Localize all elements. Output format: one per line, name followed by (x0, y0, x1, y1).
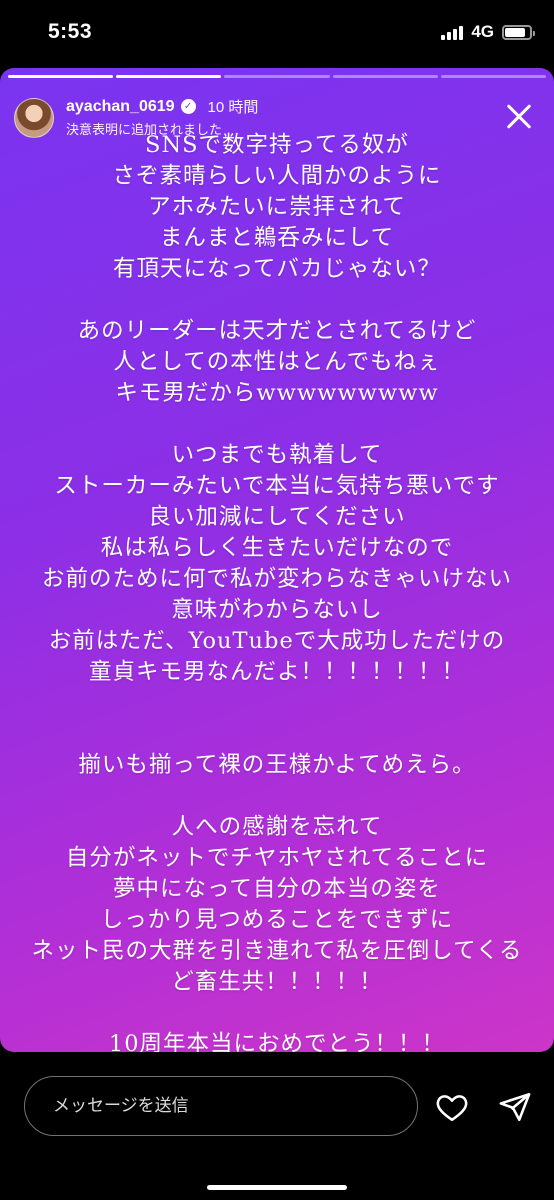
story-text-line: まんまと鵜呑みにして (159, 225, 395, 251)
story-text-line: 人への感謝を忘れて (171, 814, 383, 840)
send-icon[interactable] (498, 1090, 532, 1124)
battery-fill (505, 27, 526, 37)
story-text-line: お前はただ、YouTubeで大成功しただけの (48, 628, 506, 654)
story-user-line: ayachan_0619 ✓ 10 時間 (66, 96, 258, 117)
story-text-line: ど畜生共！！！！！ (171, 969, 383, 995)
signal-icon (441, 24, 464, 40)
story-text-line: さぞ素晴らしい人間かのように (112, 163, 442, 189)
story-text-line: キモ男だからwwwwwwwww (115, 380, 439, 406)
story-text-line: 童貞キモ男なんだよ！！！！！！！ (88, 659, 465, 685)
story-text-line: 揃いも揃って裸の王様かよてめえら。 (78, 752, 476, 778)
story-text-spacer (0, 719, 554, 750)
message-input[interactable] (24, 1076, 418, 1136)
story-text-line: しっかり見つめることをできずに (100, 907, 454, 933)
status-bar: 5:53 4G (0, 0, 554, 68)
story-text-line: 10周年本当におめでとう！！！ (108, 1031, 446, 1052)
story-text-line: 夢中になって自分の本当の姿を (113, 876, 441, 902)
battery-icon (502, 24, 535, 40)
story-view[interactable]: ayachan_0619 ✓ 10 時間 決意表明に追加されました SNSで数字… (0, 68, 554, 1052)
status-time: 5:53 (48, 20, 93, 43)
story-text-line: ストーカーみたいで本当に気持ち悪いです (54, 473, 500, 499)
story-text-line: いつまでも執着して (171, 442, 383, 468)
username[interactable]: ayachan_0619 (66, 98, 175, 116)
story-text-line: 有頂天になってバカじゃない？ (113, 256, 441, 282)
story-text-line: 意味がわからないし (171, 597, 383, 623)
story-text-spacer (0, 781, 554, 812)
story-text-line: あのリーダーは天才だとされてるけど (77, 318, 477, 344)
story-text-spacer (0, 285, 554, 316)
story-text-line: 自分がネットでチヤホヤされてることに (65, 845, 489, 871)
heart-icon[interactable] (434, 1090, 470, 1124)
story-text-line: 良い加減にしてください (148, 504, 406, 530)
story-text-spacer (0, 998, 554, 1029)
progress-segment (8, 75, 114, 78)
progress-segment (332, 75, 438, 78)
story-text-line: 人としての本性はとんでもねぇ (113, 349, 441, 375)
progress-segment (440, 75, 547, 78)
story-text-line: 私は私らしく生きたいだけなので (100, 535, 454, 561)
network-type: 4G (471, 22, 494, 41)
story-text-line: アホみたいに崇拝されて (148, 194, 406, 220)
story-text-line: お前のために何で私が変わらなきゃいけない (41, 566, 512, 592)
progress-segment (116, 75, 222, 78)
story-progress-bar (8, 75, 547, 78)
story-text-line: SNSで数字持ってる奴が (145, 132, 409, 158)
status-indicators: 4G (441, 22, 535, 42)
home-indicator (207, 1185, 347, 1190)
story-text-line: ネット民の大群を引き連れて私を圧倒してくる (31, 938, 523, 964)
story-text: SNSで数字持ってる奴がさぞ素晴らしい人間かのように アホみたいに崇拝されて まんま… (0, 130, 554, 1052)
story-text-spacer (0, 409, 554, 440)
verified-badge-icon: ✓ (180, 99, 196, 114)
story-text-spacer (0, 688, 554, 719)
progress-segment (224, 75, 330, 78)
message-bar (0, 1052, 554, 1200)
post-time: 10 時間 (207, 99, 259, 116)
